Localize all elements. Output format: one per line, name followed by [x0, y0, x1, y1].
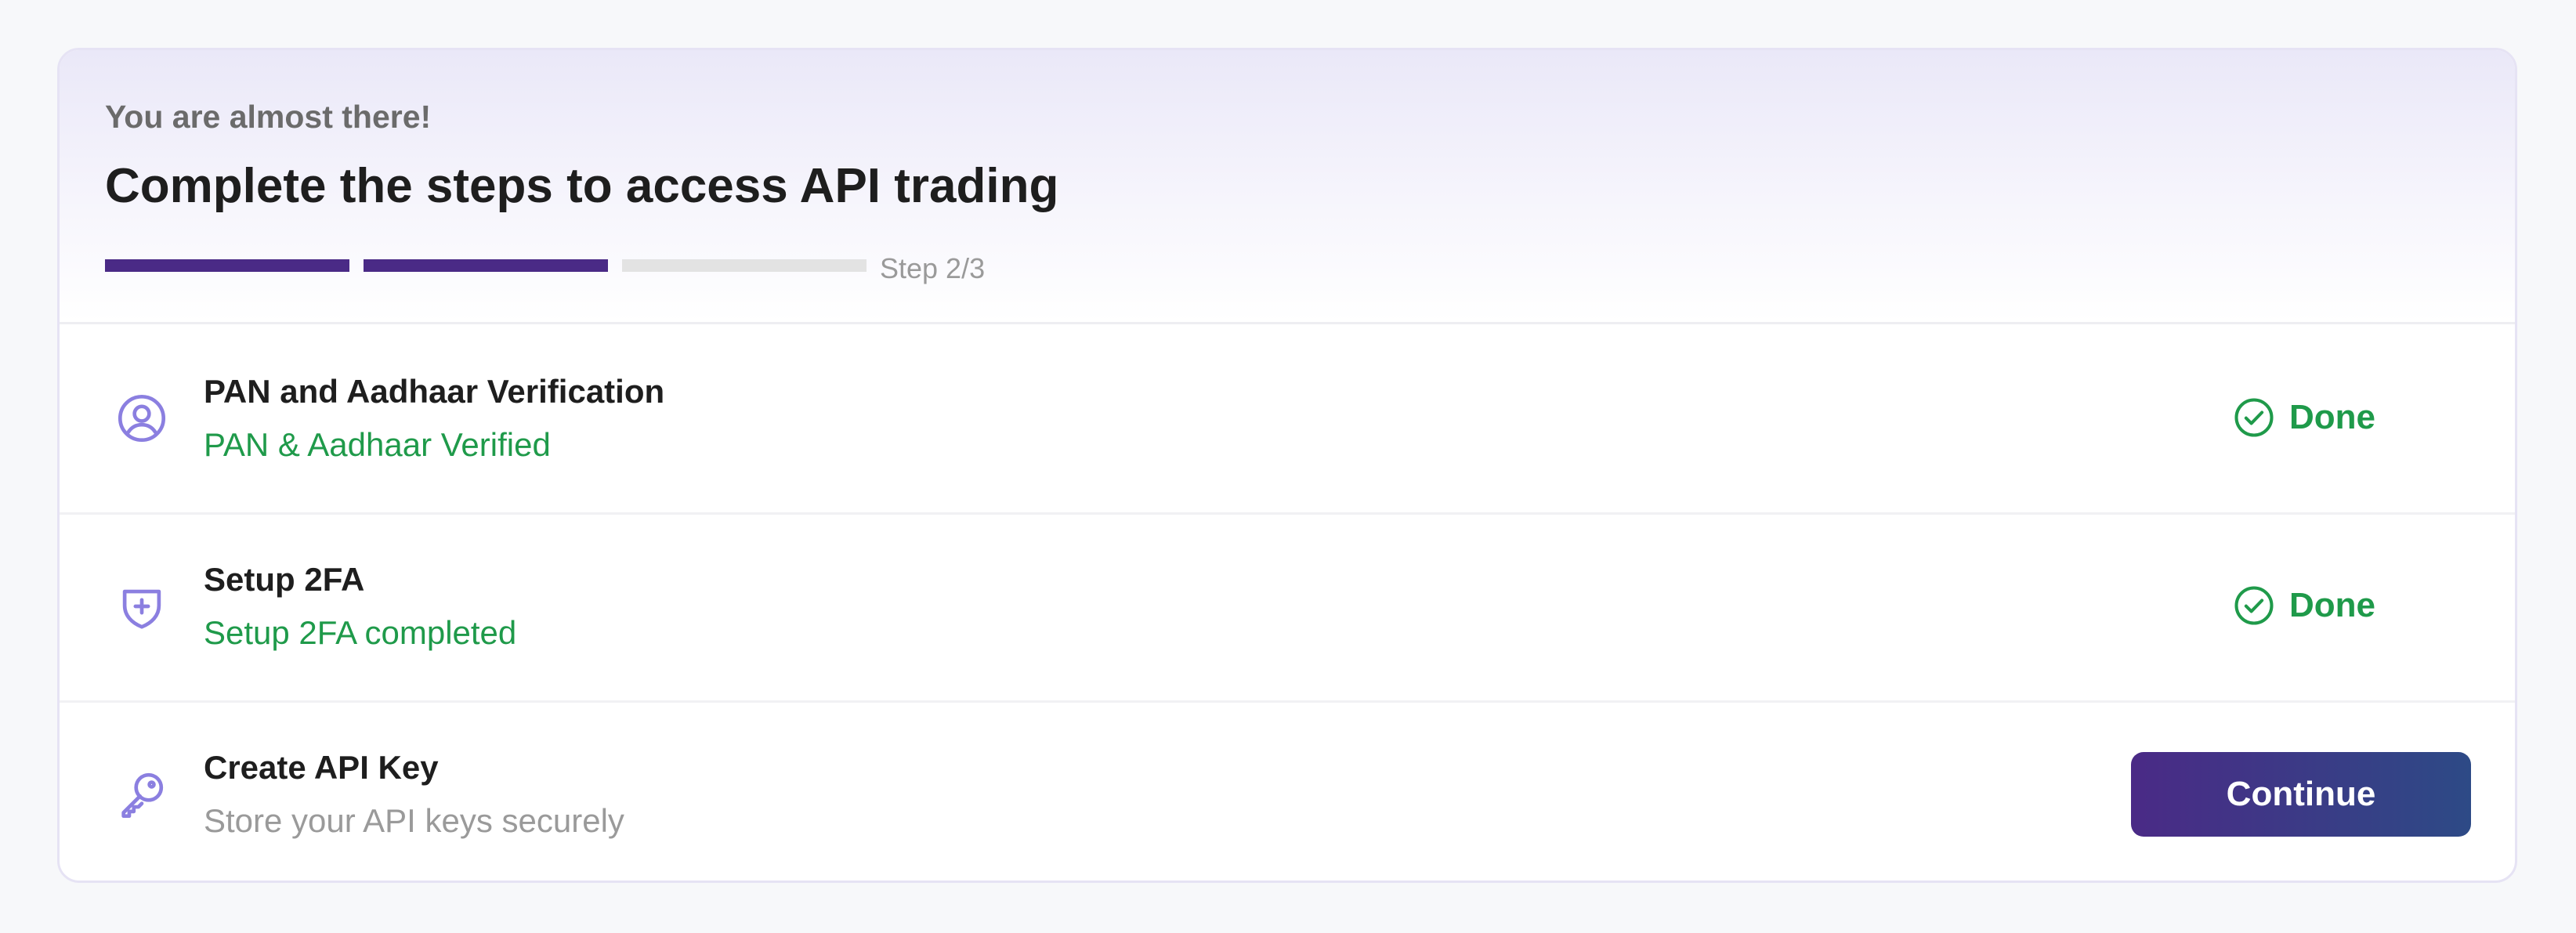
step-row-setup-2fa: Setup 2FA Setup 2FA completed Done — [60, 512, 2515, 703]
progress-segment-3 — [622, 259, 867, 272]
progress-segment-2 — [364, 259, 608, 272]
step-title: Setup 2FA — [204, 561, 365, 598]
step-subtitle: PAN & Aadhaar Verified — [204, 426, 551, 463]
user-circle-icon — [114, 391, 169, 446]
check-circle-icon — [2234, 586, 2274, 625]
key-icon — [114, 767, 169, 822]
status-text: Done — [2289, 398, 2375, 436]
step-counter: Step 2/3 — [880, 252, 986, 284]
card-header: You are almost there! Complete the steps… — [60, 50, 2515, 324]
status-text: Done — [2289, 586, 2375, 624]
continue-button[interactable]: Continue — [2131, 752, 2471, 837]
step-subtitle: Store your API keys securely — [204, 802, 624, 839]
page-title: Complete the steps to access API trading — [105, 159, 1059, 213]
shield-plus-icon — [114, 579, 169, 634]
step-row-pan-aadhaar: PAN and Aadhaar Verification PAN & Aadha… — [60, 324, 2515, 515]
step-title: PAN and Aadhaar Verification — [204, 373, 665, 410]
progress-segment-1 — [105, 259, 349, 272]
status-badge-done: Done — [2233, 396, 2375, 439]
status-badge-done: Done — [2233, 584, 2375, 627]
api-trading-onboarding-card: You are almost there! Complete the steps… — [57, 48, 2517, 883]
step-title: Create API Key — [204, 749, 439, 786]
step-subtitle: Setup 2FA completed — [204, 614, 517, 651]
check-circle-icon — [2234, 398, 2274, 437]
eyebrow-text: You are almost there! — [105, 99, 432, 135]
step-row-create-api-key: Create API Key Store your API keys secur… — [60, 700, 2515, 881]
